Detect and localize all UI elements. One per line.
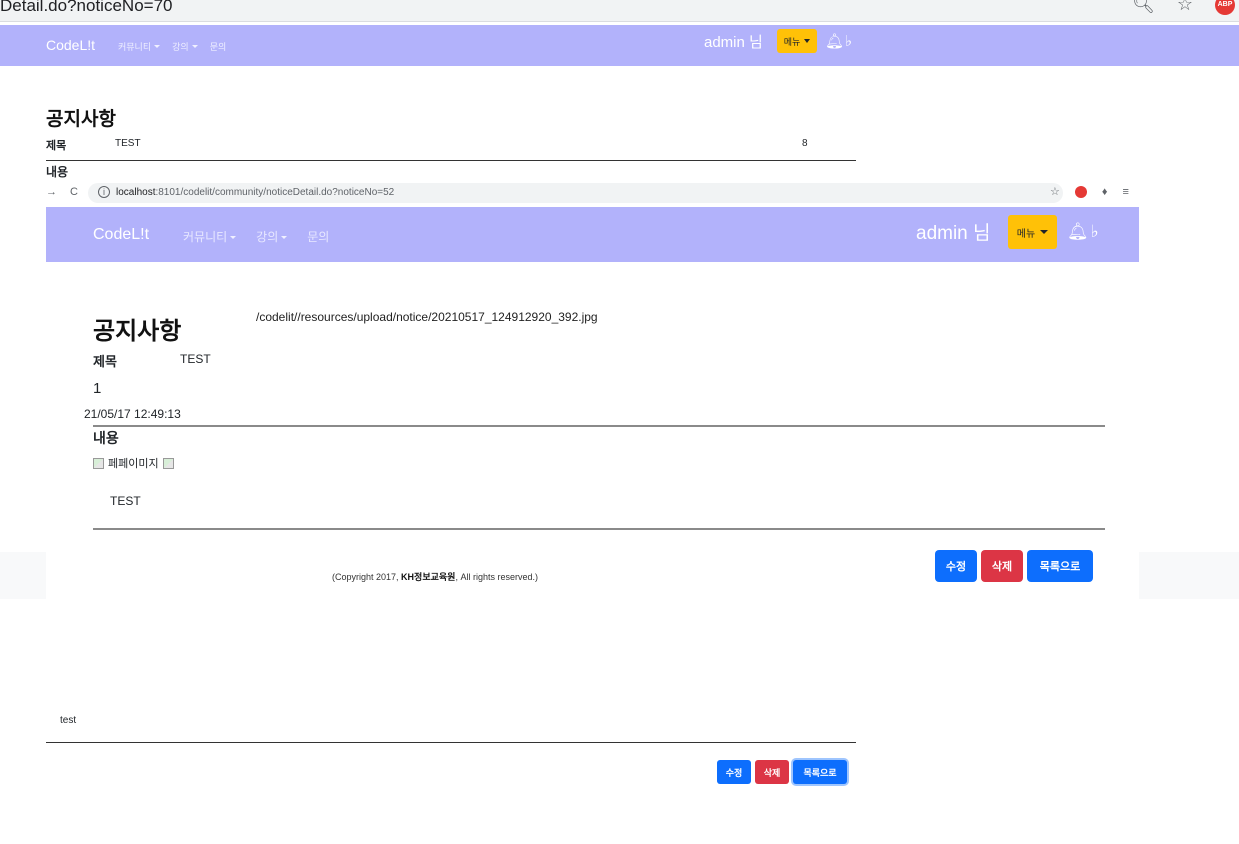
embedded-divider: [93, 425, 1105, 427]
embedded-url-pill: i localhost:8101/codelit/community/notic…: [88, 183, 1063, 203]
back-to-list-button[interactable]: 목록으로: [793, 760, 847, 784]
embedded-broken-images: 페페이미지: [93, 455, 174, 471]
reload-icon: C: [70, 186, 78, 198]
navbar: CodeL!t 커뮤니티 강의 문의 admin 님 메뉴 🔔︎♭: [0, 25, 1239, 66]
footer-band: [0, 552, 46, 599]
footer-band: [1139, 552, 1239, 599]
brand-logo[interactable]: CodeL!t: [46, 37, 95, 53]
embedded-button-group: 수정 삭제 목록으로: [935, 550, 1093, 582]
edit-button[interactable]: 수정: [717, 760, 751, 784]
image-alt-text: 페페이미지: [108, 458, 159, 470]
subject-label: 제목: [46, 140, 67, 152]
button-group: 수정 삭제 목록으로: [717, 760, 847, 784]
embedded-brand-logo: CodeL!t: [93, 226, 150, 243]
divider: [46, 160, 856, 161]
embedded-url: localhost:8101/codelit/community/noticeD…: [116, 187, 395, 198]
view-count: 8: [802, 138, 808, 149]
browser-toolbar-icons: 🔍︎ ☆ ABP: [1132, 0, 1239, 15]
nav-item-lecture[interactable]: 강의: [172, 40, 198, 53]
embedded-user-name: admin 님: [916, 223, 991, 244]
embedded-navbar: CodeL!t 커뮤니티 강의 문의 admin 님 메뉴 🔔︎♭: [46, 207, 1139, 262]
adblock-icon[interactable]: ABP: [1215, 0, 1235, 15]
embedded-nav-item-lecture: 강의: [256, 228, 287, 245]
embedded-date: 21/05/17 12:49:13: [84, 407, 181, 421]
star-icon[interactable]: ☆: [1177, 0, 1193, 15]
embedded-page-title: 공지사항: [93, 318, 182, 345]
embedded-body-text: TEST: [110, 494, 141, 508]
embedded-image-path: /codelit//resources/upload/notice/202105…: [256, 310, 598, 324]
embedded-nav-item-community: 커뮤니티: [183, 228, 236, 245]
nav-item-inquiry[interactable]: 문의: [210, 40, 227, 53]
embedded-copyright: (Copyright 2017, KH정보교육원, All rights res…: [332, 572, 538, 582]
info-icon: i: [98, 186, 110, 198]
nav-item-community[interactable]: 커뮤니티: [118, 40, 160, 53]
delete-button[interactable]: 삭제: [755, 760, 789, 784]
menu-icon: ≡: [1122, 185, 1129, 198]
embedded-view-count: 1: [93, 380, 102, 397]
broken-image-icon: [93, 457, 104, 469]
embedded-subject-label: 제목: [93, 354, 117, 369]
puzzle-icon: ♦: [1101, 185, 1108, 198]
embedded-toolbar-icons: ☆ ♦ ≡: [1050, 185, 1129, 198]
user-name: admin 님: [704, 34, 763, 51]
body-text: test: [60, 715, 77, 726]
embedded-delete-button: 삭제: [981, 550, 1023, 582]
embedded-menu-button: 메뉴: [1008, 215, 1057, 249]
search-icon[interactable]: 🔍︎: [1132, 0, 1155, 15]
embedded-address-bar: → C i localhost:8101/codelit/community/n…: [0, 181, 1239, 205]
embedded-edit-button: 수정: [935, 550, 977, 582]
nav-menu: 커뮤니티 강의 문의: [118, 40, 226, 53]
embedded-list-button: 목록으로: [1027, 550, 1093, 582]
embedded-nav-item-inquiry: 문의: [307, 230, 330, 244]
forward-icon: →: [46, 186, 57, 198]
divider: [46, 742, 856, 743]
adblock-icon: [1074, 185, 1087, 198]
star-icon: ☆: [1050, 186, 1060, 198]
embedded-content-label: 내용: [93, 430, 119, 446]
embedded-nav-arrows: → C: [46, 186, 78, 198]
menu-dropdown-button[interactable]: 메뉴: [777, 29, 817, 53]
content-label: 내용: [46, 165, 69, 179]
browser-address-bar[interactable]: Detail.do?noticeNo=70 🔍︎ ☆ ABP: [0, 0, 1239, 22]
embedded-nav-menu: 커뮤니티 강의 문의: [183, 228, 329, 245]
page-title: 공지사항: [46, 109, 116, 130]
address-url[interactable]: Detail.do?noticeNo=70: [0, 0, 172, 16]
broken-image-icon: [162, 457, 174, 469]
embedded-bell-icon: 🔔︎♭: [1067, 222, 1101, 241]
embedded-divider: [93, 528, 1105, 530]
subject-value: TEST: [115, 138, 141, 149]
embedded-subject-value: TEST: [180, 352, 211, 366]
bell-icon[interactable]: 🔔︎♭: [825, 32, 853, 50]
